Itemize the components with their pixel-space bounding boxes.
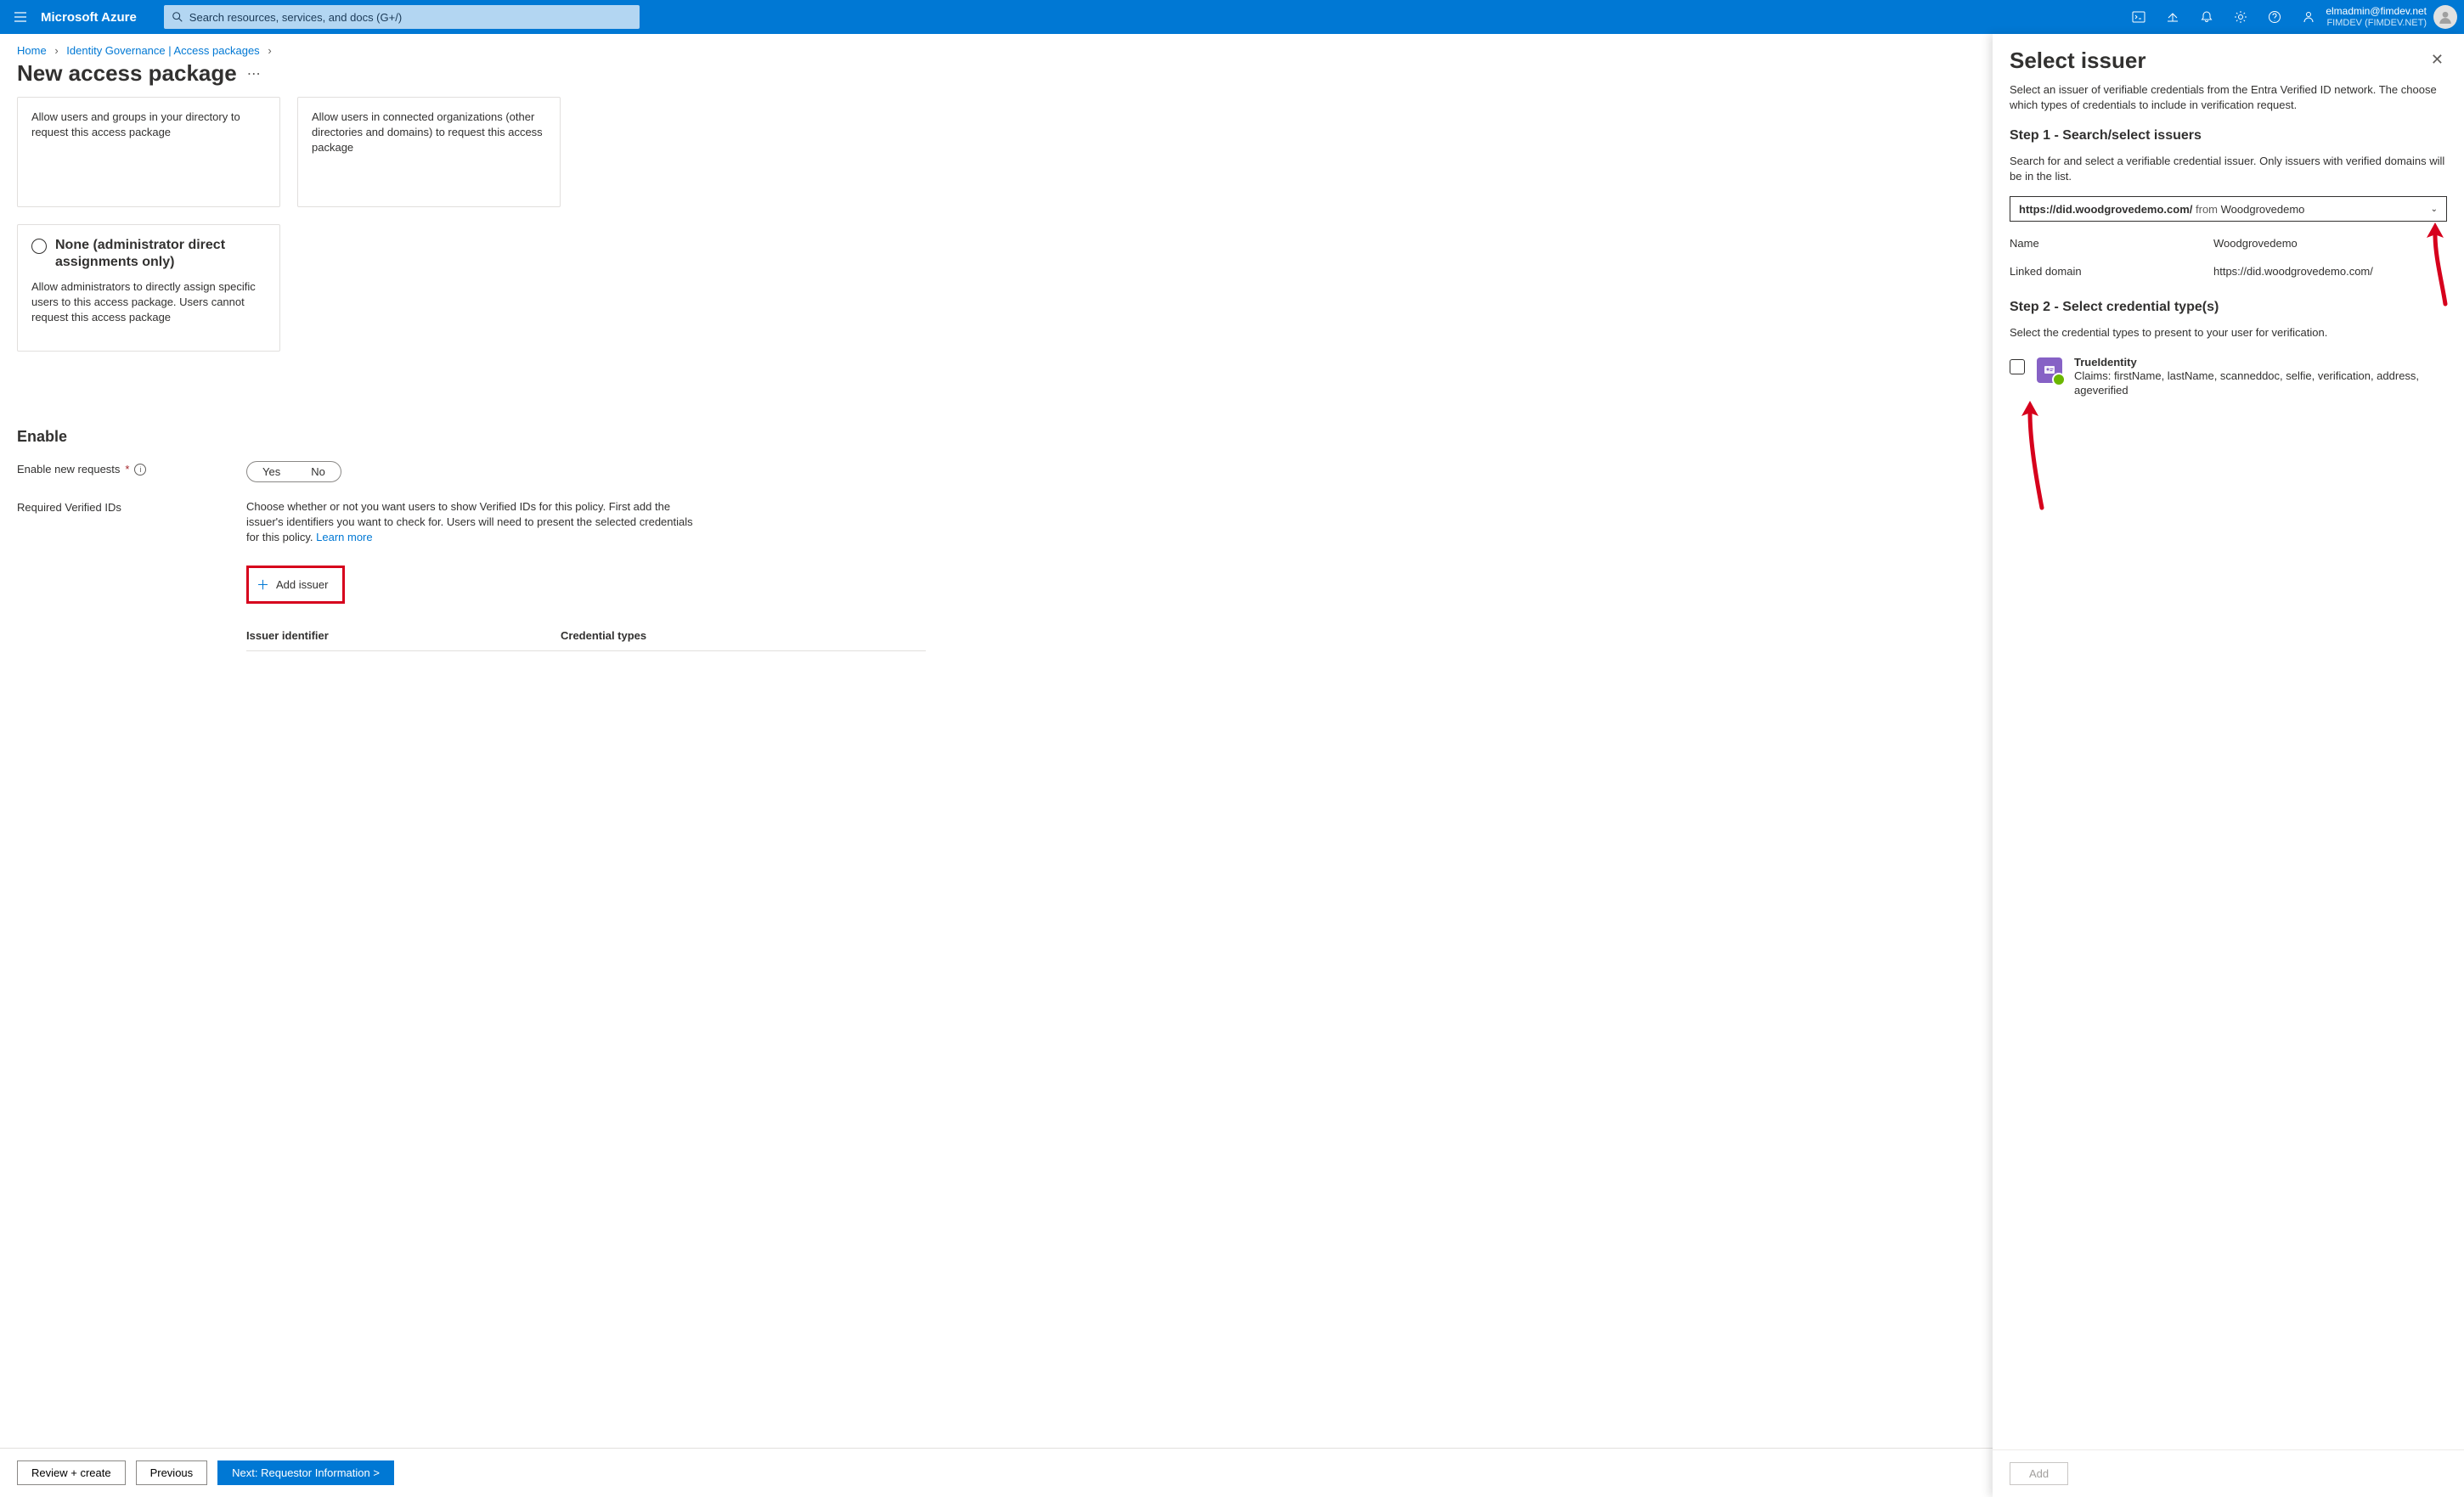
topbar: Microsoft Azure elmadmin@fimdev.net FIMD… — [0, 0, 2464, 34]
verified-ids-desc: Choose whether or not you want users to … — [246, 499, 705, 545]
chevron-right-icon: › — [49, 44, 63, 57]
cloud-shell-icon[interactable] — [2122, 0, 2156, 34]
add-issuer-button[interactable]: ＋ Add issuer — [251, 570, 341, 599]
credential-row: TrueIdentity Claims: firstName, lastName… — [2010, 356, 2447, 397]
notifications-icon[interactable] — [2190, 0, 2224, 34]
brand-label[interactable]: Microsoft Azure — [41, 10, 157, 25]
search-input[interactable] — [189, 11, 633, 24]
linked-domain-label: Linked domain — [2010, 265, 2213, 278]
card-desc: Allow users and groups in your directory… — [31, 110, 266, 140]
info-icon[interactable]: i — [134, 464, 146, 476]
credential-title: TrueIdentity — [2074, 356, 2447, 369]
step1-title: Step 1 - Search/select issuers — [2010, 128, 2447, 144]
add-issuer-label: Add issuer — [276, 578, 328, 591]
settings-icon[interactable] — [2224, 0, 2258, 34]
annotation-arrow — [2011, 401, 2050, 514]
th-issuer-identifier: Issuer identifier — [246, 629, 561, 642]
credential-claims: Claims: firstName, lastName, scanneddoc,… — [2074, 369, 2447, 397]
toggle-no[interactable]: No — [296, 462, 341, 481]
radio-none[interactable] — [31, 239, 47, 254]
card-none-option[interactable]: None (administrator direct assignments o… — [17, 224, 280, 352]
next-button[interactable]: Next: Requestor Information > — [217, 1460, 394, 1485]
panel-intro: Select an issuer of verifiable credentia… — [2010, 82, 2447, 113]
avatar — [2433, 5, 2457, 29]
chevron-right-icon: › — [262, 44, 276, 57]
card-directory-users[interactable]: Allow users and groups in your directory… — [17, 97, 280, 207]
review-create-button[interactable]: Review + create — [17, 1460, 126, 1485]
card-connected-orgs[interactable]: Allow users in connected organizations (… — [297, 97, 561, 207]
search-icon — [171, 10, 184, 24]
feedback-icon[interactable] — [2292, 0, 2326, 34]
required-star: * — [125, 463, 129, 476]
breadcrumb-level1[interactable]: Identity Governance | Access packages — [66, 44, 259, 57]
issuer-dropdown[interactable]: https://did.woodgrovedemo.com/ from Wood… — [2010, 196, 2447, 222]
dropdown-org: Woodgrovedemo — [2221, 203, 2305, 216]
close-icon[interactable]: ✕ — [2427, 48, 2447, 72]
issuer-name-value: Woodgrovedemo — [2213, 237, 2298, 250]
issuer-name-label: Name — [2010, 237, 2213, 250]
card-title: None (administrator direct assignments o… — [55, 237, 266, 271]
required-verified-ids-label: Required Verified IDs — [17, 501, 121, 514]
card-desc: Allow administrators to directly assign … — [31, 279, 266, 325]
enable-new-requests-label: Enable new requests — [17, 463, 120, 476]
credential-card-icon — [2037, 357, 2062, 383]
account-email: elmadmin@fimdev.net — [2326, 5, 2427, 17]
panel-add-button[interactable]: Add — [2010, 1462, 2068, 1485]
directories-icon[interactable] — [2156, 0, 2190, 34]
card-desc: Allow users in connected organizations (… — [312, 110, 546, 155]
toggle-yes[interactable]: Yes — [247, 462, 296, 481]
credential-checkbox[interactable] — [2010, 359, 2025, 374]
select-issuer-panel: Select issuer ✕ Select an issuer of veri… — [1993, 34, 2464, 1497]
previous-button[interactable]: Previous — [136, 1460, 208, 1485]
learn-more-link[interactable]: Learn more — [316, 531, 372, 543]
breadcrumb-home[interactable]: Home — [17, 44, 47, 57]
yes-no-toggle[interactable]: Yes No — [246, 461, 341, 482]
account-tenant: FIMDEV (FIMDEV.NET) — [2326, 17, 2427, 29]
more-actions-icon[interactable]: ⋯ — [247, 65, 261, 82]
step2-title: Step 2 - Select credential type(s) — [2010, 300, 2447, 315]
help-icon[interactable] — [2258, 0, 2292, 34]
page-title: New access package — [17, 60, 237, 87]
linked-domain-value: https://did.woodgrovedemo.com/ — [2213, 265, 2373, 278]
panel-title: Select issuer — [2010, 48, 2145, 74]
step1-sub: Search for and select a verifiable crede… — [2010, 154, 2447, 184]
annotation-highlight: ＋ Add issuer — [246, 566, 345, 604]
step2-sub: Select the credential types to present t… — [2010, 325, 2447, 340]
hamburger-menu[interactable] — [0, 0, 41, 34]
topbar-icon-row — [2122, 0, 2326, 34]
plus-icon: ＋ — [257, 576, 269, 594]
account-area[interactable]: elmadmin@fimdev.net FIMDEV (FIMDEV.NET) — [2326, 5, 2464, 29]
chevron-down-icon: ⌄ — [2431, 205, 2438, 214]
dropdown-url: https://did.woodgrovedemo.com/ — [2019, 203, 2192, 216]
global-search[interactable] — [164, 5, 640, 29]
hamburger-icon — [14, 10, 27, 24]
dropdown-from: from — [2196, 203, 2218, 216]
th-credential-types: Credential types — [561, 629, 646, 642]
